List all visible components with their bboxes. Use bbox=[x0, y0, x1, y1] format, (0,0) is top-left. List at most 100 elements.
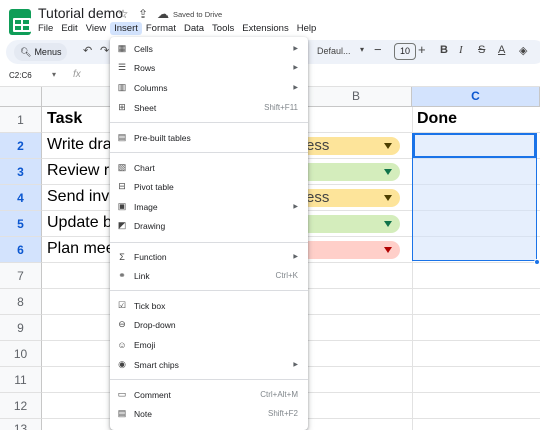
cell-task-header[interactable]: Task bbox=[47, 110, 82, 128]
row-header[interactable]: 2 bbox=[0, 133, 42, 159]
menu-item-label: Smart chips bbox=[134, 359, 179, 370]
column-header-c[interactable]: C bbox=[412, 87, 540, 107]
redo-icon[interactable]: ↷ bbox=[100, 44, 109, 57]
status-chip[interactable] bbox=[300, 163, 400, 181]
prebuilt-tables-icon: ▤ bbox=[117, 132, 127, 142]
status-chip[interactable]: ess bbox=[300, 137, 400, 155]
text-color-icon[interactable]: A bbox=[498, 44, 505, 56]
menu-tools[interactable]: Tools bbox=[208, 22, 238, 35]
menu-item-pre-built-tables[interactable]: ▤ Pre-built tables bbox=[110, 128, 308, 147]
menu-item-comment[interactable]: ▭ Comment Ctrl+Alt+M bbox=[110, 385, 308, 404]
menu-extensions[interactable]: Extensions bbox=[238, 22, 292, 35]
menu-item-function[interactable]: Σ Function ▶ bbox=[110, 247, 308, 266]
search-menus-button[interactable]: 🔍︎ Menus bbox=[14, 43, 68, 61]
bold-icon[interactable]: B bbox=[440, 44, 448, 56]
menu-item-link[interactable]: ⚭ Link Ctrl+K bbox=[110, 266, 308, 285]
row-header[interactable]: 12 bbox=[0, 393, 42, 419]
name-box[interactable]: C2:C6 bbox=[9, 71, 32, 80]
move-folder-icon[interactable]: ⇪ bbox=[136, 7, 150, 21]
fill-handle[interactable] bbox=[534, 259, 540, 265]
menu-item-label: Pre-built tables bbox=[134, 132, 191, 143]
menu-item-cells[interactable]: ▦ Cells ▶ bbox=[110, 39, 308, 58]
font-size-input[interactable]: 10 bbox=[394, 43, 416, 60]
row-header[interactable]: 13 bbox=[0, 419, 42, 430]
menu-format[interactable]: Format bbox=[142, 22, 180, 35]
menu-item-emoji[interactable]: ☺ Emoji bbox=[110, 335, 308, 354]
chip-dropdown-icon[interactable] bbox=[384, 221, 392, 227]
chip-dropdown-icon[interactable] bbox=[384, 143, 392, 149]
menu-item-drawing[interactable]: ◩ Drawing bbox=[110, 216, 308, 235]
sheets-logo-icon[interactable] bbox=[9, 9, 31, 35]
status-chip[interactable] bbox=[300, 241, 400, 259]
menu-item-label: Link bbox=[134, 270, 150, 281]
menu-item-label: Chart bbox=[134, 162, 155, 173]
pivot-table-icon: ⊟ bbox=[118, 181, 126, 191]
menu-item-note[interactable]: ▤ Note Shift+F2 bbox=[110, 404, 308, 423]
column-header-b[interactable]: B bbox=[300, 87, 412, 107]
menu-separator bbox=[110, 122, 308, 123]
increase-font-size-icon[interactable]: + bbox=[418, 42, 426, 57]
name-box-chevron-icon[interactable]: ▾ bbox=[52, 70, 56, 79]
menu-item-label: Tick box bbox=[134, 300, 166, 311]
menu-data[interactable]: Data bbox=[180, 22, 208, 35]
menu-item-image[interactable]: ▣ Image ▶ bbox=[110, 197, 308, 216]
italic-icon[interactable]: I bbox=[459, 44, 463, 56]
row-header[interactable]: 10 bbox=[0, 341, 42, 367]
undo-icon[interactable]: ↶ bbox=[83, 44, 92, 57]
decrease-font-size-icon[interactable]: − bbox=[374, 42, 382, 57]
row-header[interactable]: 6 bbox=[0, 237, 42, 263]
submenu-arrow-icon: ▶ bbox=[293, 46, 298, 52]
menu-item-pivot-table[interactable]: ⊟ Pivot table bbox=[110, 177, 308, 196]
columns-icon: ▥ bbox=[117, 82, 127, 92]
row-header[interactable]: 11 bbox=[0, 367, 42, 393]
status-chip[interactable]: ess bbox=[300, 189, 400, 207]
font-dropdown-chevron-icon[interactable]: ▾ bbox=[360, 45, 364, 54]
chip-dropdown-icon[interactable] bbox=[384, 195, 392, 201]
menu-item-label: Cells bbox=[134, 43, 153, 54]
status-chip[interactable] bbox=[300, 215, 400, 233]
fill-color-icon[interactable]: ◈ bbox=[519, 44, 527, 57]
menu-file[interactable]: File bbox=[34, 22, 57, 35]
cloud-saved-icon[interactable]: ☁ bbox=[156, 7, 170, 21]
task-cell[interactable]: Review r bbox=[47, 162, 109, 180]
menu-item-drop-down[interactable]: ⊖ Drop-down bbox=[110, 315, 308, 334]
task-cell[interactable]: Plan mee bbox=[47, 240, 115, 258]
document-title[interactable]: Tutorial demo bbox=[38, 5, 123, 21]
menu-item-rows[interactable]: ☰ Rows ▶ bbox=[110, 58, 308, 77]
menu-item-label: Note bbox=[134, 408, 152, 419]
shortcut-label: Ctrl+Alt+M bbox=[260, 390, 298, 399]
font-select[interactable]: Defaul... bbox=[317, 46, 351, 56]
row-header[interactable]: 1 bbox=[0, 107, 42, 133]
menu-help[interactable]: Help bbox=[293, 22, 321, 35]
cell-done-header[interactable]: Done bbox=[417, 110, 457, 128]
chip-dropdown-icon[interactable] bbox=[384, 247, 392, 253]
menu-item-tick-box[interactable]: ☑ Tick box bbox=[110, 296, 308, 315]
menu-item-label: Columns bbox=[134, 82, 168, 93]
select-all-corner[interactable] bbox=[0, 87, 42, 107]
menu-separator bbox=[110, 379, 308, 380]
task-cell[interactable]: Write dra bbox=[47, 136, 112, 154]
row-header[interactable]: 8 bbox=[0, 289, 42, 315]
row-header[interactable]: 4 bbox=[0, 185, 42, 211]
comment-icon: ▭ bbox=[117, 389, 127, 399]
task-cell[interactable]: Send inv bbox=[47, 188, 109, 206]
menu-item-label: Image bbox=[134, 201, 158, 212]
menu-item-sheet[interactable]: ⊞ Sheet Shift+F11 bbox=[110, 98, 308, 117]
star-icon[interactable]: ☆ bbox=[116, 7, 130, 21]
menu-item-chart[interactable]: ▧ Chart bbox=[110, 158, 308, 177]
menu-item-smart-chips[interactable]: ◉ Smart chips ▶ bbox=[110, 355, 308, 374]
menu-separator bbox=[110, 290, 308, 291]
strikethrough-icon[interactable]: S bbox=[478, 44, 485, 56]
menu-item-label: Rows bbox=[134, 62, 156, 73]
menu-view[interactable]: View bbox=[82, 22, 110, 35]
row-header[interactable]: 9 bbox=[0, 315, 42, 341]
row-header[interactable]: 7 bbox=[0, 263, 42, 289]
menu-insert[interactable]: Insert bbox=[110, 22, 142, 35]
row-header[interactable]: 5 bbox=[0, 211, 42, 237]
active-cell[interactable] bbox=[413, 133, 536, 158]
row-header[interactable]: 3 bbox=[0, 159, 42, 185]
menu-edit[interactable]: Edit bbox=[57, 22, 81, 35]
task-cell[interactable]: Update b bbox=[47, 214, 112, 232]
chip-dropdown-icon[interactable] bbox=[384, 169, 392, 175]
menu-item-columns[interactable]: ▥ Columns ▶ bbox=[110, 78, 308, 97]
